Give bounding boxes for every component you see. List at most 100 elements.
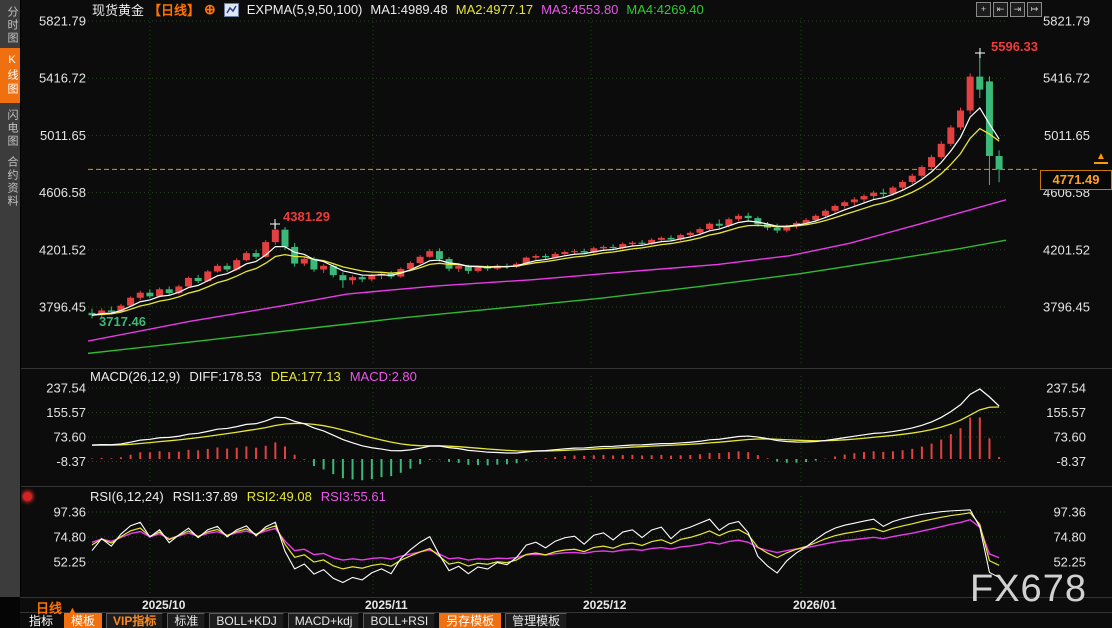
candle-body [455, 266, 462, 269]
scroll-right-icon[interactable]: ⇥ [1010, 2, 1025, 17]
candle-body [832, 206, 839, 211]
price-axis-label: 3796.45 [1043, 300, 1090, 315]
sidebar-corner [0, 597, 20, 628]
low-price-annotation: 3717.46 [99, 314, 146, 329]
move-chart-icon[interactable]: + [976, 2, 991, 17]
indicator-axis-label: -8.37 [56, 454, 86, 469]
candle-body [532, 256, 539, 258]
price-axis-label: 5011.65 [1044, 128, 1090, 143]
sidebar-tab-timeline[interactable]: 分时图 [0, 6, 20, 45]
candle-body [339, 275, 346, 280]
price-axis-label: 5011.65 [40, 128, 86, 143]
candle-body [851, 199, 858, 202]
macd-value: MACD:2.80 [350, 369, 417, 384]
candle-body [475, 268, 482, 271]
current-price-tag: 4771.49 [1040, 170, 1112, 190]
indicator-axis-label: 52.25 [53, 555, 86, 570]
candle-body [841, 202, 848, 206]
candle-body [629, 243, 636, 244]
chart-type-sidebar: 分时图 K线图 闪电图 合约资料 [0, 0, 21, 597]
ma2-value: MA2:4977.17 [456, 2, 533, 17]
rsi1-value: RSI1:37.89 [173, 489, 238, 504]
rsi-params: RSI(6,12,24) [90, 489, 164, 504]
candle-body [272, 230, 279, 242]
candle-body [426, 251, 433, 257]
template-tab-bar: 指标 模板 VIP指标 标准 BOLL+KDJ MACD+kdj BOLL+RS… [22, 613, 567, 628]
trading-app-window: 5821.795821.795416.725416.725011.655011.… [0, 0, 1112, 628]
chart-canvas[interactable]: 5821.795821.795416.725416.725011.655011.… [0, 0, 1112, 628]
fx678-watermark: FX678 [970, 568, 1087, 611]
candle-body [880, 193, 887, 194]
indicator-axis-label: 97.36 [53, 505, 86, 520]
price-axis-label: 4606.58 [39, 185, 86, 200]
add-overlay-icon[interactable]: ⊕ [204, 1, 216, 18]
price-axis-label: 5821.79 [39, 14, 86, 29]
candle-body [359, 277, 366, 279]
swing-high-annotation: 4381.29 [283, 209, 330, 224]
candle-body [542, 256, 549, 257]
candle-body [861, 196, 868, 199]
macd-diff-line [92, 389, 999, 453]
price-marker-icon: ▲ [1094, 152, 1108, 164]
tab-vip-indicator[interactable]: VIP指标 [106, 613, 163, 628]
candle-body [822, 211, 829, 216]
candle-body [301, 259, 308, 264]
chart-info-bar: 现货黄金 【日线】 ⊕ EXPMA(5,9,50,100) MA1:4989.4… [92, 2, 704, 17]
candle-body [282, 230, 289, 247]
tab-macd-kdj[interactable]: MACD+kdj [288, 613, 360, 628]
rsi3-value: RSI3:55.61 [321, 489, 386, 504]
alert-indicator-icon [23, 492, 32, 501]
sidebar-tab-contract-info[interactable]: 合约资料 [0, 156, 20, 208]
candle-body [581, 251, 588, 252]
candle-body [253, 253, 260, 257]
candle-body [658, 238, 665, 240]
rsi2-value: RSI2:49.08 [247, 489, 312, 504]
tab-save-template[interactable]: 另存模板 [439, 613, 501, 628]
candle-body [185, 278, 192, 286]
candle-body [996, 156, 1003, 169]
candle-body [436, 251, 443, 259]
indicator-axis-label: 97.36 [1053, 505, 1086, 520]
period-tag: 【日线】 [148, 0, 200, 19]
chart-toolbar: + ⇤ ⇥ ↦ [976, 2, 1042, 17]
tab-template[interactable]: 模板 [64, 613, 102, 628]
candle-body [146, 293, 153, 297]
candle-body [706, 224, 713, 229]
candle-body [561, 252, 568, 254]
candle-body [166, 289, 173, 293]
macd-params: MACD(26,12,9) [90, 369, 180, 384]
sidebar-tab-kline[interactable]: K线图 [0, 48, 20, 103]
candle-body [639, 243, 646, 244]
indicator-title: EXPMA(5,9,50,100) [247, 2, 363, 17]
candle-body [108, 310, 115, 311]
candle-body [938, 144, 945, 157]
price-axis-label: 5821.79 [1043, 14, 1090, 29]
rsi-panel [92, 510, 999, 583]
rsi3-line [92, 520, 999, 560]
indicator-axis-label: 73.60 [53, 430, 86, 445]
indicator-axis-label: 155.57 [1046, 405, 1086, 420]
tab-indicator[interactable]: 指标 [22, 613, 60, 628]
candle-body [349, 277, 356, 280]
scroll-left-icon[interactable]: ⇤ [993, 2, 1008, 17]
sidebar-tab-flash[interactable]: 闪电图 [0, 109, 20, 148]
jump-latest-icon[interactable]: ↦ [1027, 2, 1042, 17]
price-axis-label: 4201.52 [1043, 242, 1090, 257]
macd-panel [92, 389, 999, 480]
candle-body [976, 77, 983, 90]
candle-body [774, 228, 781, 231]
candle-body [127, 298, 134, 306]
tab-boll-kdj[interactable]: BOLL+KDJ [209, 613, 283, 628]
candle-body [610, 247, 617, 248]
macd-dea-line [92, 407, 999, 451]
indicator-axis-label: 237.54 [46, 381, 86, 396]
tab-manage-template[interactable]: 管理模板 [505, 613, 567, 628]
candle-body [224, 266, 231, 270]
candle-body [986, 81, 993, 156]
candle-body [899, 182, 906, 188]
rsi-legend: RSI(6,12,24) RSI1:37.89 RSI2:49.08 RSI3:… [90, 489, 386, 504]
candle-body [417, 257, 424, 263]
tab-standard[interactable]: 标准 [167, 613, 205, 628]
tab-boll-rsi[interactable]: BOLL+RSI [363, 613, 435, 628]
candle-body [668, 238, 675, 240]
